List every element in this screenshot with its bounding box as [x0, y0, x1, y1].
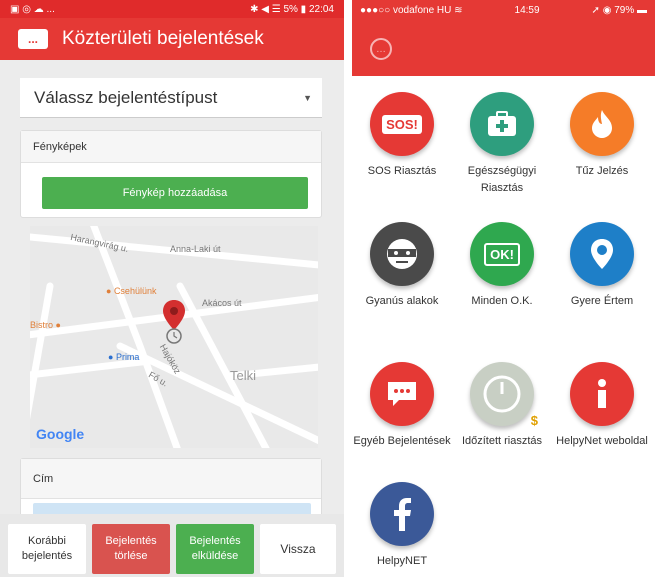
- status-right: ✱ ◀ ☰ 5% ▮ 22:04: [250, 3, 334, 15]
- tile-label: HelpyNET: [376, 555, 428, 567]
- tile-label: Gyanús alakok: [365, 295, 439, 307]
- helpynet-facebook-tile[interactable]: HelpyNET: [352, 482, 452, 570]
- photos-title: Fényképek: [21, 131, 321, 163]
- health-alert-tile[interactable]: Egészségügyi Riasztás: [452, 92, 552, 197]
- address-title: Cím: [21, 459, 321, 499]
- sos-alert-tile[interactable]: SOS! SOS Riasztás: [352, 92, 452, 180]
- send-report-button[interactable]: Bejelentés elküldése: [176, 524, 254, 574]
- tile-label: SOS Riasztás: [367, 165, 437, 177]
- come-get-me-tile[interactable]: Gyere Értem: [552, 222, 652, 310]
- ok-icon: OK!: [470, 222, 534, 286]
- fire-icon: [570, 92, 634, 156]
- chat-icon[interactable]: ...: [18, 29, 48, 49]
- street-label: Anna-Laki út: [170, 244, 221, 254]
- place-label: Bistro ●: [30, 320, 61, 330]
- tile-label: Gyere Értem: [570, 295, 634, 307]
- status-bar: ▣ ◎ ☁ ... ✱ ◀ ☰ 5% ▮ 22:04: [0, 0, 344, 18]
- address-card: Cím: [20, 458, 322, 519]
- all-ok-tile[interactable]: OK! Minden O.K.: [452, 222, 552, 310]
- timed-alert-tile[interactable]: $ Időzített riasztás: [452, 362, 552, 450]
- dollar-badge-icon: $: [530, 413, 538, 428]
- info-icon: [570, 362, 634, 426]
- android-screen: ▣ ◎ ☁ ... ✱ ◀ ☰ 5% ▮ 22:04 ... Közterüle…: [0, 0, 344, 577]
- report-type-value: Válassz bejelentéstípust: [34, 87, 218, 107]
- status-bar: ●●●○○ vodafone HU ≋ 14:59 ➚ ◉ 79% ▬: [352, 0, 655, 20]
- helpynet-website-tile[interactable]: HelpyNet weboldal: [552, 362, 652, 450]
- medkit-icon: [470, 92, 534, 156]
- google-logo: Google: [36, 426, 85, 442]
- timer-icon: $: [470, 362, 538, 428]
- previous-reports-button[interactable]: Korábbi bejelentés: [8, 524, 86, 574]
- photos-card: Fényképek Fénykép hozzáadása: [20, 130, 322, 218]
- tile-label: Időzített riasztás: [461, 435, 543, 447]
- tile-label: Egészségügyi Riasztás: [467, 165, 537, 194]
- status-time: 14:59: [514, 4, 540, 16]
- place-label: ● Prima: [108, 352, 140, 362]
- fire-alert-tile[interactable]: Tűz Jelzés: [552, 92, 652, 180]
- suspicious-persons-tile[interactable]: Gyanús alakok: [352, 222, 452, 310]
- app-header: ... Közterületi bejelentések: [0, 18, 344, 60]
- tile-label: HelpyNet weboldal: [556, 435, 648, 447]
- report-type-select[interactable]: Válassz bejelentéstípust ▼: [20, 78, 322, 118]
- street-label: Akácos út: [202, 298, 242, 308]
- notification-icons: ▣ ◎ ☁ ...: [10, 3, 55, 15]
- status-right: ➚ ◉ 79% ▬: [591, 4, 647, 16]
- chat-bubble-icon: [370, 362, 434, 426]
- sos-icon: SOS!: [370, 92, 434, 156]
- dropdown-caret-icon: ▼: [303, 92, 312, 103]
- action-bar: Korábbi bejelentés Bejelentés törlése Be…: [0, 514, 344, 577]
- map-view[interactable]: Harangvirág u. Anna-Laki út Akácos út Ha…: [30, 226, 318, 448]
- ios-screen: ●●●○○ vodafone HU ≋ 14:59 ➚ ◉ 79% ▬ … SO…: [352, 0, 655, 577]
- carrier: ●●●○○ vodafone HU ≋: [360, 4, 463, 16]
- back-button[interactable]: Vissza: [260, 524, 336, 574]
- other-reports-tile[interactable]: Egyéb Bejelentések: [352, 362, 452, 450]
- tile-label: Minden O.K.: [471, 295, 533, 307]
- place-label: ● Csehülünk: [106, 286, 157, 296]
- location-pin-icon: [570, 222, 634, 286]
- add-photo-button[interactable]: Fénykép hozzáadása: [42, 177, 308, 209]
- location-marker-icon: [163, 300, 185, 344]
- tile-label: Tűz Jelzés: [575, 165, 629, 177]
- facebook-icon: [370, 482, 434, 546]
- burglar-icon: [370, 222, 434, 286]
- app-header: …: [352, 20, 655, 76]
- place-label: Telki: [230, 368, 257, 383]
- chat-icon[interactable]: …: [370, 38, 392, 60]
- tile-label: Egyéb Bejelentések: [353, 435, 451, 447]
- page-title: Közterületi bejelentések: [62, 28, 264, 49]
- delete-report-button[interactable]: Bejelentés törlése: [92, 524, 170, 574]
